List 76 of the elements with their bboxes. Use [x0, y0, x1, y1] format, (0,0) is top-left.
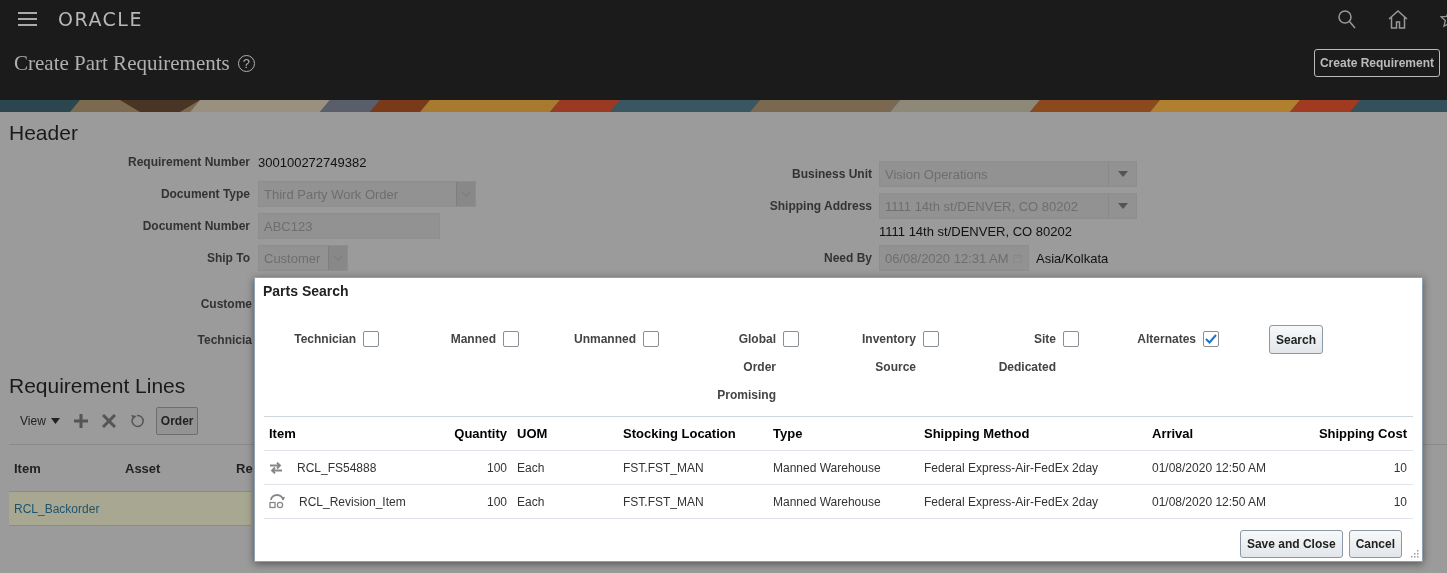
view-menu[interactable]: View — [20, 414, 60, 428]
field-label: Technicia — [196, 333, 252, 347]
field-value: 300100272749382 — [258, 154, 367, 170]
column-header[interactable]: Quantity — [450, 426, 512, 441]
table-cell-text: 10 — [1392, 494, 1408, 509]
home-icon[interactable] — [1388, 9, 1408, 29]
checkbox[interactable] — [643, 331, 659, 347]
checkbox[interactable] — [1063, 331, 1079, 347]
column-header: Asset — [124, 460, 162, 476]
field-label: Ship To — [205, 251, 251, 265]
column-header[interactable]: Type — [768, 426, 919, 441]
search-button[interactable]: Search — [1269, 325, 1324, 354]
field-label: Document Number — [141, 219, 251, 233]
table-cell-text: Each — [516, 494, 546, 509]
checkbox[interactable] — [503, 331, 519, 347]
swap-arrows-icon — [269, 461, 283, 474]
filter-label: Global Order Promising — [717, 331, 776, 404]
refresh-icon[interactable] — [129, 414, 144, 428]
column-header[interactable]: Item — [264, 426, 450, 441]
filter-label: Inventory Source — [862, 331, 916, 376]
delete-icon[interactable] — [101, 414, 116, 428]
table-cell-text: Federal Express-Air-FedEx 2day — [923, 460, 1100, 475]
checkbox[interactable] — [783, 331, 799, 347]
dialog-title: Parts Search — [262, 282, 350, 300]
filter-label: Site Dedicated — [998, 331, 1056, 376]
table-cell-text: Manned Warehouse — [772, 494, 882, 509]
column-header: Re — [236, 460, 253, 476]
arrow-boxes-icon — [269, 494, 285, 509]
table-cell: RCL_FS54888 — [297, 460, 377, 475]
filter-label: Manned — [450, 331, 496, 348]
field-value: 1111 14th st/DENVER, CO 80202 — [879, 223, 1072, 239]
column-header: Item — [13, 460, 42, 476]
menu-icon[interactable] — [18, 12, 37, 26]
field-label: Custome — [199, 297, 252, 311]
order-button[interactable]: Order — [155, 407, 199, 435]
column-header[interactable]: UOM — [512, 426, 618, 441]
table-cell-text: FST.FST_MAN — [622, 494, 705, 509]
dialog-button[interactable]: Save and Close — [1239, 530, 1343, 558]
column-header[interactable]: Shipping Method — [919, 426, 1147, 441]
column-header[interactable]: Shipping Cost — [1289, 426, 1412, 441]
filter-label: Technician — [294, 331, 356, 348]
table-cell-text: Manned Warehouse — [772, 460, 882, 475]
filter-label: Alternates — [1137, 331, 1196, 348]
table-cell-text: Each — [516, 460, 546, 475]
table-cell-text: 100 — [485, 460, 508, 475]
field-label: Requirement Number — [126, 155, 251, 169]
checkbox[interactable] — [923, 331, 939, 347]
search-icon[interactable] — [1338, 9, 1356, 29]
page-title: Create Part Requirements — [14, 50, 230, 76]
caret-icon[interactable] — [50, 418, 60, 424]
table-cell-text: 01/08/2020 12:50 AM — [1151, 494, 1268, 509]
create-requirement-button[interactable]: Create Requirement — [1313, 49, 1440, 77]
table-cell-text: 01/08/2020 12:50 AM — [1151, 460, 1268, 475]
table-cell-text: Federal Express-Air-FedEx 2day — [923, 494, 1100, 509]
logo: ORACLE — [58, 8, 143, 30]
table-cell-text: FST.FST_MAN — [622, 460, 705, 475]
section-title: Header — [9, 121, 79, 145]
section-title: Requirement Lines — [9, 374, 186, 398]
field-label: Shipping Address — [768, 199, 873, 213]
field-label: Document Type — [159, 187, 251, 201]
add-icon[interactable] — [73, 414, 88, 428]
checkbox[interactable] — [363, 331, 379, 347]
column-header[interactable]: Arrival — [1147, 426, 1289, 441]
checkbox[interactable] — [1203, 331, 1219, 347]
table-row[interactable]: RCL_Backorder — [9, 491, 251, 526]
field-label: Business Unit — [791, 167, 873, 181]
resize-grip-icon[interactable] — [1410, 549, 1419, 558]
dialog-button[interactable]: Cancel — [1348, 530, 1402, 558]
column-header[interactable]: Stocking Location — [618, 426, 768, 441]
timezone-text: Asia/Kolkata — [1036, 250, 1109, 266]
filter-label: Unmanned — [574, 331, 636, 348]
table-cell-text: 10 — [1392, 460, 1408, 475]
item-link[interactable]: RCL_Backorder — [9, 501, 100, 516]
table-cell-text: 100 — [485, 494, 508, 509]
field-label: Need By — [822, 251, 873, 265]
table-cell: RCL_Revision_Item — [299, 494, 406, 509]
